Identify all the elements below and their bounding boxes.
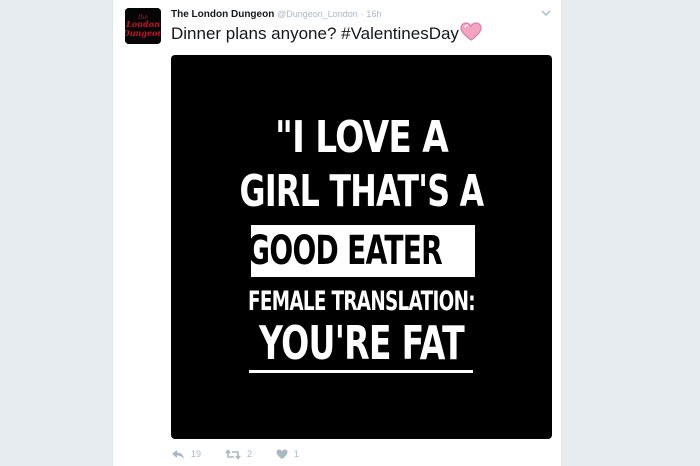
quote-line-3-text: GOOD EATER [247,228,443,274]
quote-line-2: GIRL THAT'S A [239,166,485,217]
closing-quote: " [442,228,457,274]
user-handle[interactable]: @Dungeon_London [277,9,358,19]
retweet-icon [225,448,241,460]
quote-line-3: GOOD EATER" [218,227,485,275]
tweet-text: Dinner plans anyone? #ValentinesDay [171,22,553,48]
underline-divider [249,370,473,373]
chevron-down-icon[interactable] [539,6,553,18]
tweet-header: The London Dungeon @Dungeon_London · 16h [171,6,531,22]
tweet-image[interactable]: "I LOVE A GIRL THAT'S A GOOD EATER" FEMA… [171,55,552,439]
quote-line-5: YOU'RE FAT [259,316,465,370]
avatar[interactable]: the London Dungeon [125,8,161,44]
quote-line-4: FEMALE TRANSLATION: [248,286,476,317]
tweet-card[interactable]: the London Dungeon The London Dungeon @D… [112,0,562,466]
reply-button[interactable]: 19 [171,449,201,460]
heart-icon [276,449,288,459]
page-background: the London Dungeon The London Dungeon @D… [0,0,700,466]
tweet-actions: 19 2 1 [171,446,323,462]
separator: · [360,9,364,19]
like-count: 1 [294,449,300,459]
display-name[interactable]: The London Dungeon [171,9,274,20]
like-button[interactable]: 1 [276,449,299,460]
london-dungeon-logo: the London Dungeon [125,8,161,44]
avatar-line-3: Dungeon [125,28,161,38]
retweet-button[interactable]: 2 [225,448,253,460]
reply-count: 19 [191,449,202,459]
quote-line-1: "I LOVE A [274,112,449,163]
reply-icon [172,449,184,459]
heart-emoji-icon [460,22,482,48]
tweet-text-content: Dinner plans anyone? #ValentinesDay [171,24,459,43]
quote-graphic: "I LOVE A GIRL THAT'S A GOOD EATER" FEMA… [171,55,552,439]
timestamp[interactable]: 16h [366,9,381,19]
retweet-count: 2 [247,449,253,459]
